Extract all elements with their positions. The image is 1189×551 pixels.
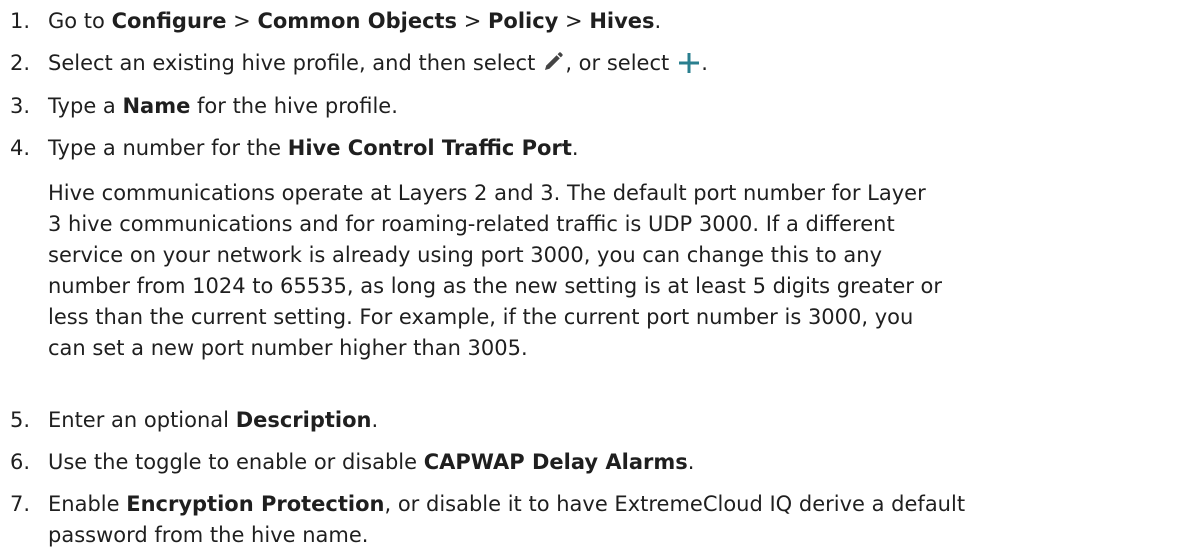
- ui-term-hive-control-traffic-port: Hive Control Traffic Port: [287, 136, 572, 160]
- step-number: 3.: [10, 94, 31, 118]
- text-segment: , or disable it to have ExtremeCloud IQ …: [384, 492, 966, 516]
- step-number: 4.: [10, 136, 31, 160]
- step-7-continuation: password from the hive name.: [48, 520, 1168, 551]
- step-text: Type a Name for the hive profile.: [48, 91, 398, 122]
- step-number: 7.: [10, 492, 31, 516]
- ui-term-name: Name: [122, 94, 191, 118]
- step-number: 1.: [10, 9, 31, 33]
- step-4-explanation: Hive communications operate at Layers 2 …: [48, 178, 1168, 364]
- text-segment: >: [457, 9, 489, 33]
- text-segment: >: [558, 9, 590, 33]
- text-segment: Enable: [48, 492, 127, 516]
- paragraph-line: can set a new port number higher than 30…: [48, 336, 528, 360]
- ui-term-description: Description: [235, 408, 372, 432]
- pencil-icon: [541, 50, 565, 74]
- step-text: Enable Encryption Protection, or disable…: [48, 489, 965, 520]
- ui-term-hives: Hives: [589, 9, 655, 33]
- step-text: Type a number for the Hive Control Traff…: [48, 133, 579, 164]
- text-segment: .: [571, 136, 579, 160]
- step-number: 5.: [10, 408, 31, 432]
- text-segment: .: [371, 408, 379, 432]
- ui-term-policy: Policy: [488, 9, 559, 33]
- text-segment: Enter an optional: [48, 408, 236, 432]
- text-segment: Use the toggle to enable or disable: [48, 450, 424, 474]
- text-segment: .: [701, 51, 708, 75]
- paragraph-line: Hive communications operate at Layers 2 …: [48, 181, 926, 205]
- step-text: Select an existing hive profile, and the…: [48, 48, 708, 79]
- text-segment: Go to: [48, 9, 112, 33]
- paragraph-line: service on your network is already using…: [48, 243, 883, 267]
- step-number: 6.: [10, 450, 31, 474]
- text-segment: .: [687, 450, 695, 474]
- paragraph-line: number from 1024 to 65535, as long as th…: [48, 274, 943, 298]
- text-segment: Type a: [48, 94, 123, 118]
- text-segment: Select an existing hive profile, and the…: [48, 51, 536, 75]
- step-text: Enter an optional Description.: [48, 405, 378, 436]
- procedure-steps: 1. Go to Configure > Common Objects > Po…: [0, 0, 1189, 548]
- paragraph-line: less than the current setting. For examp…: [48, 305, 914, 329]
- step-number: 2.: [10, 51, 31, 75]
- ui-term-encryption-protection: Encryption Protection: [126, 492, 385, 516]
- text-segment: >: [226, 9, 258, 33]
- ui-term-capwap-delay-alarms: CAPWAP Delay Alarms: [423, 450, 688, 474]
- ui-term-configure: Configure: [111, 9, 227, 33]
- paragraph-line: password from the hive name.: [48, 523, 369, 547]
- text-segment: .: [654, 9, 662, 33]
- paragraph-line: 3 hive communications and for roaming-re…: [48, 212, 895, 236]
- text-segment: Type a number for the: [48, 136, 288, 160]
- plus-icon: [677, 51, 701, 75]
- text-segment: for the hive profile.: [190, 94, 398, 118]
- text-segment: , or select: [565, 51, 670, 75]
- step-text: Use the toggle to enable or disable CAPW…: [48, 447, 694, 478]
- step-text: Go to Configure > Common Objects > Polic…: [48, 6, 661, 37]
- ui-term-common-objects: Common Objects: [257, 9, 458, 33]
